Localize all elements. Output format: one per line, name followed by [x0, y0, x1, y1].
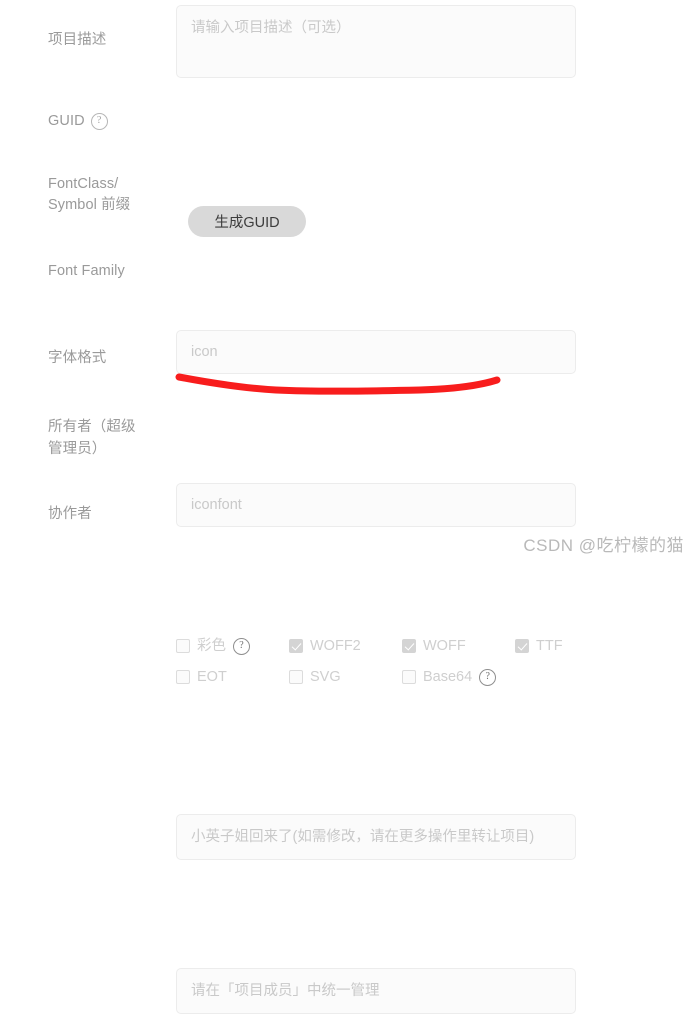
label-owner-line1: 所有者（超级 [48, 419, 136, 435]
form-row-guid: GUID ? 生成GUID [0, 96, 698, 237]
label-guid-text: GUID [48, 113, 85, 129]
checkbox-ttf[interactable]: TTF [515, 635, 563, 657]
checkbox-box-woff2[interactable] [289, 639, 303, 653]
csdn-watermark: CSDN @吃柠檬的猫 [523, 536, 684, 555]
label-description: 项目描述 [48, 32, 107, 48]
help-icon-guid[interactable]: ? [90, 113, 108, 130]
label-owner: 所有者（超级 管理员） [48, 416, 164, 460]
checkbox-label-woff2: WOFF2 [310, 638, 361, 654]
collaborator-placeholder: 请在「项目成员」中统一管理 [191, 983, 380, 999]
checkbox-woff[interactable]: WOFF [402, 635, 466, 657]
description-textarea[interactable]: 请输入项目描述（可选） [176, 5, 576, 78]
label-font-family: Font Family [48, 263, 125, 279]
collaborator-input[interactable]: 请在「项目成员」中统一管理 [176, 968, 576, 1014]
checkbox-box-base64[interactable] [402, 670, 416, 684]
font-format-row-1: 彩色 ? WOFF2 WOFF TTF [176, 635, 596, 666]
checkbox-box-woff[interactable] [402, 639, 416, 653]
label-fontclass-line2: Symbol 前缀 [48, 197, 131, 213]
checkbox-label-ttf: TTF [536, 638, 563, 654]
checkbox-box-eot[interactable] [176, 670, 190, 684]
form-row-fontclass-prefix: FontClass/ Symbol 前缀 icon [0, 158, 698, 374]
owner-placeholder: 小英子姐回来了(如需修改，请在更多操作里转让项目) [191, 829, 535, 845]
checkbox-woff2[interactable]: WOFF2 [289, 635, 361, 657]
form-row-font-formats: 字体格式 彩色 ? WOFF2 WOFF TTF EOT SVG Base64 … [0, 310, 698, 686]
label-guid: GUID ? [48, 111, 164, 132]
help-icon-color[interactable]: ? [233, 637, 250, 655]
checkbox-eot[interactable]: EOT [176, 666, 227, 688]
owner-input[interactable]: 小英子姐回来了(如需修改，请在更多操作里转让项目) [176, 814, 576, 860]
label-font-formats: 字体格式 [48, 350, 107, 366]
checkbox-box-svg[interactable] [289, 670, 303, 684]
label-owner-line2: 管理员） [48, 441, 107, 457]
font-format-checkbox-grid: 彩色 ? WOFF2 WOFF TTF EOT SVG Base64 ? [176, 635, 596, 697]
help-icon-base64[interactable]: ? [479, 668, 497, 686]
description-placeholder: 请输入项目描述（可选） [191, 20, 351, 36]
checkbox-svg[interactable]: SVG [289, 666, 341, 688]
checkbox-label-eot: EOT [197, 669, 227, 685]
checkbox-base64[interactable]: Base64 ? [402, 666, 497, 688]
label-collaborator: 协作者 [48, 506, 92, 522]
checkbox-label-woff: WOFF [423, 638, 466, 654]
checkbox-box-color[interactable] [176, 639, 190, 653]
checkbox-box-ttf[interactable] [515, 639, 529, 653]
checkbox-color[interactable]: 彩色 ? [176, 635, 250, 657]
checkbox-label-svg: SVG [310, 669, 341, 685]
checkbox-label-base64: Base64 [423, 669, 473, 685]
label-fontclass-line1: FontClass/ [48, 176, 119, 192]
form-row-description: 项目描述 请输入项目描述（可选） [0, 0, 698, 96]
label-fontclass-prefix: FontClass/ Symbol 前缀 [48, 174, 164, 216]
form-row-font-family: Font Family iconfont [0, 234, 698, 527]
project-settings-form: 项目描述 请输入项目描述（可选） GUID ? 生成GUID FontClass… [0, 0, 698, 1014]
font-format-row-2: EOT SVG Base64 ? [176, 666, 596, 697]
checkbox-label-color: 彩色 [197, 638, 226, 654]
form-row-owner: 所有者（超级 管理员） 小英子姐回来了(如需修改，请在更多操作里转让项目) [0, 400, 698, 860]
